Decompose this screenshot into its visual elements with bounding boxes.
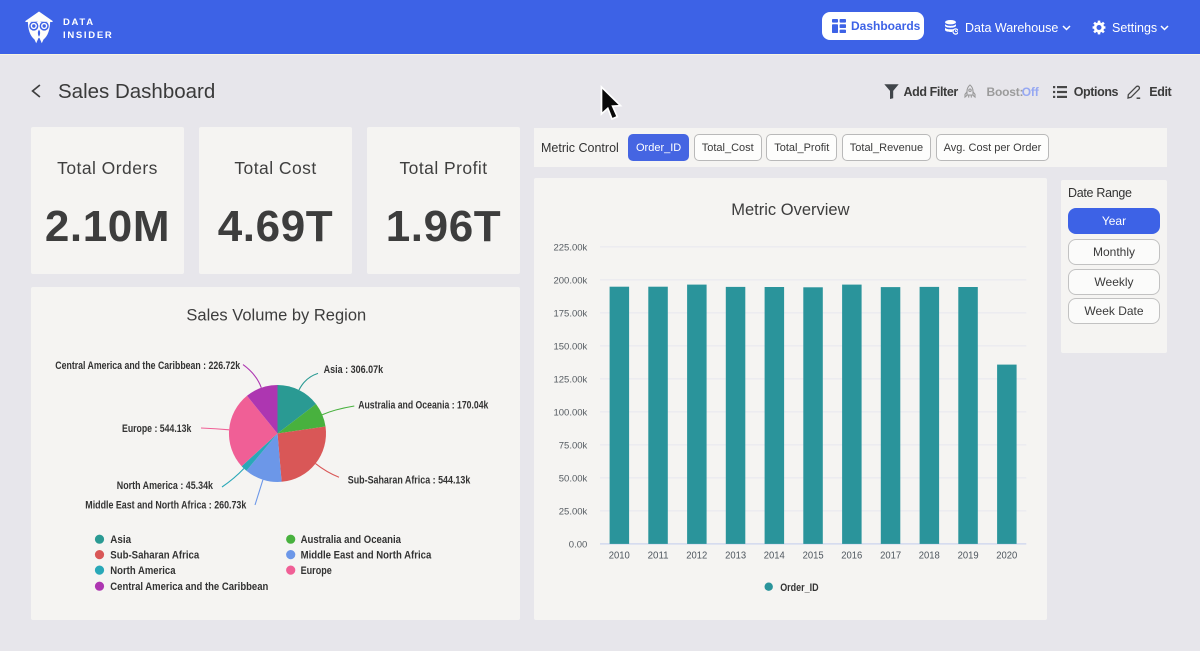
svg-text:2013: 2013 xyxy=(725,551,746,562)
svg-text:25.00k: 25.00k xyxy=(559,507,588,518)
svg-text:Sales Volume by Region: Sales Volume by Region xyxy=(186,307,366,325)
svg-text:North America : 45.34k: North America : 45.34k xyxy=(117,480,214,492)
svg-text:Europe : 544.13k: Europe : 544.13k xyxy=(122,423,192,435)
svg-text:Middle East and North Africa :: Middle East and North Africa : 260.73k xyxy=(85,500,247,512)
svg-text:2010: 2010 xyxy=(609,551,630,562)
svg-text:Australia and Oceania: Australia and Oceania xyxy=(301,534,402,546)
svg-text:2018: 2018 xyxy=(919,551,940,562)
svg-text:Metric Overview: Metric Overview xyxy=(731,201,849,219)
svg-text:Middle East and North Africa: Middle East and North Africa xyxy=(301,550,432,562)
svg-text:2014: 2014 xyxy=(764,551,785,562)
svg-text:225.00k: 225.00k xyxy=(553,243,587,254)
svg-text:Sub-Saharan Africa : 544.13k: Sub-Saharan Africa : 544.13k xyxy=(348,474,471,486)
svg-text:125.00k: 125.00k xyxy=(553,375,587,386)
svg-text:150.00k: 150.00k xyxy=(553,342,587,353)
svg-text:2012: 2012 xyxy=(686,551,707,562)
svg-text:Europe: Europe xyxy=(301,565,332,577)
svg-text:Central America and the Caribb: Central America and the Caribbean xyxy=(110,581,268,593)
svg-text:Central America and the Caribb: Central America and the Caribbean : 226.… xyxy=(55,360,241,372)
svg-text:75.00k: 75.00k xyxy=(559,441,588,452)
svg-text:2019: 2019 xyxy=(958,551,979,562)
svg-text:Order_ID: Order_ID xyxy=(780,582,818,594)
svg-text:50.00k: 50.00k xyxy=(559,474,588,485)
svg-text:2016: 2016 xyxy=(841,551,862,562)
svg-text:175.00k: 175.00k xyxy=(553,309,587,320)
svg-text:Asia : 306.07k: Asia : 306.07k xyxy=(324,364,384,376)
svg-text:0.00: 0.00 xyxy=(569,540,588,551)
svg-text:2020: 2020 xyxy=(996,551,1017,562)
svg-text:2015: 2015 xyxy=(803,551,824,562)
svg-text:2011: 2011 xyxy=(648,551,669,562)
svg-text:North America: North America xyxy=(110,565,176,577)
svg-text:2017: 2017 xyxy=(880,551,901,562)
svg-text:Sub-Saharan Africa: Sub-Saharan Africa xyxy=(110,550,200,562)
svg-text:100.00k: 100.00k xyxy=(553,408,587,419)
svg-text:Asia: Asia xyxy=(110,534,132,546)
svg-text:Australia and Oceania : 170.04: Australia and Oceania : 170.04k xyxy=(358,400,489,412)
svg-text:200.00k: 200.00k xyxy=(553,276,587,287)
